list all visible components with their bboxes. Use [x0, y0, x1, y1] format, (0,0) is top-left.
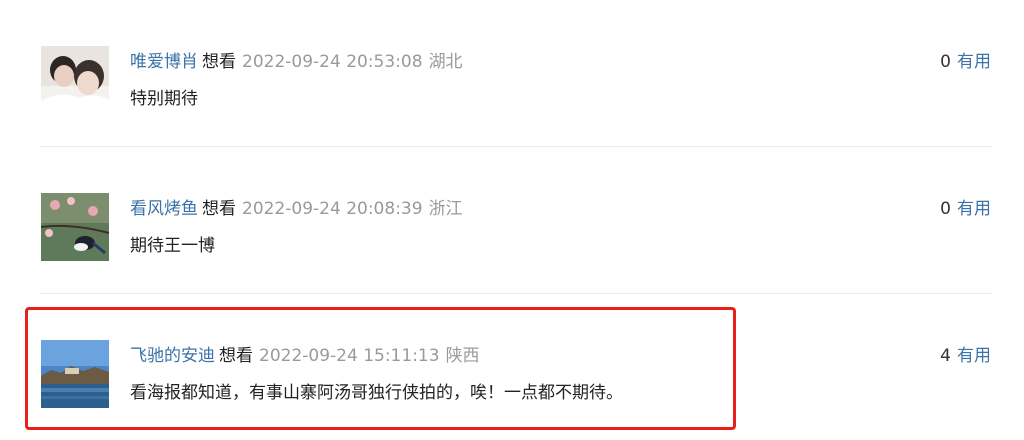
- comment-location: 湖北: [428, 52, 463, 72]
- comment-text: 特别期待: [130, 89, 198, 109]
- useful-count: 4: [940, 346, 951, 366]
- comment-meta: 看风烤鱼 想看 2022-09-24 20:08:39 浙江: [130, 196, 463, 222]
- avatar-image: [41, 193, 109, 261]
- useful-vote: 0 有用: [940, 196, 991, 222]
- avatar[interactable]: [41, 193, 109, 261]
- comment-location: 浙江: [428, 199, 463, 219]
- comment-item: 唯爱博肖 想看 2022-09-24 20:53:08 湖北 特别期待 0 有用: [0, 0, 1024, 147]
- useful-vote: 4 有用: [940, 343, 991, 369]
- avatar[interactable]: [41, 46, 109, 114]
- useful-count: 0: [940, 199, 951, 219]
- comment-time: 2022-09-24 20:08:39: [242, 199, 423, 219]
- useful-count: 0: [940, 52, 951, 72]
- useful-button[interactable]: 有用: [957, 199, 991, 219]
- highlight-box: [25, 307, 736, 430]
- useful-vote: 0 有用: [940, 49, 991, 75]
- comment-item: 看风烤鱼 想看 2022-09-24 20:08:39 浙江 期待王一博 0 有用: [0, 147, 1024, 294]
- comment-time: 2022-09-24 20:53:08: [242, 52, 423, 72]
- avatar-image: [41, 46, 109, 114]
- useful-button[interactable]: 有用: [957, 52, 991, 72]
- comment-list: 唯爱博肖想看2022-09-24 20:53:08湖北 特别期待 0有用: [0, 0, 1024, 440]
- watch-status: 想看: [202, 199, 236, 219]
- username-link[interactable]: 唯爱博肖: [130, 52, 198, 72]
- useful-button[interactable]: 有用: [957, 346, 991, 366]
- comment-meta: 唯爱博肖 想看 2022-09-24 20:53:08 湖北: [130, 49, 463, 75]
- comment-text: 期待王一博: [130, 236, 215, 256]
- username-link[interactable]: 看风烤鱼: [130, 199, 198, 219]
- watch-status: 想看: [202, 52, 236, 72]
